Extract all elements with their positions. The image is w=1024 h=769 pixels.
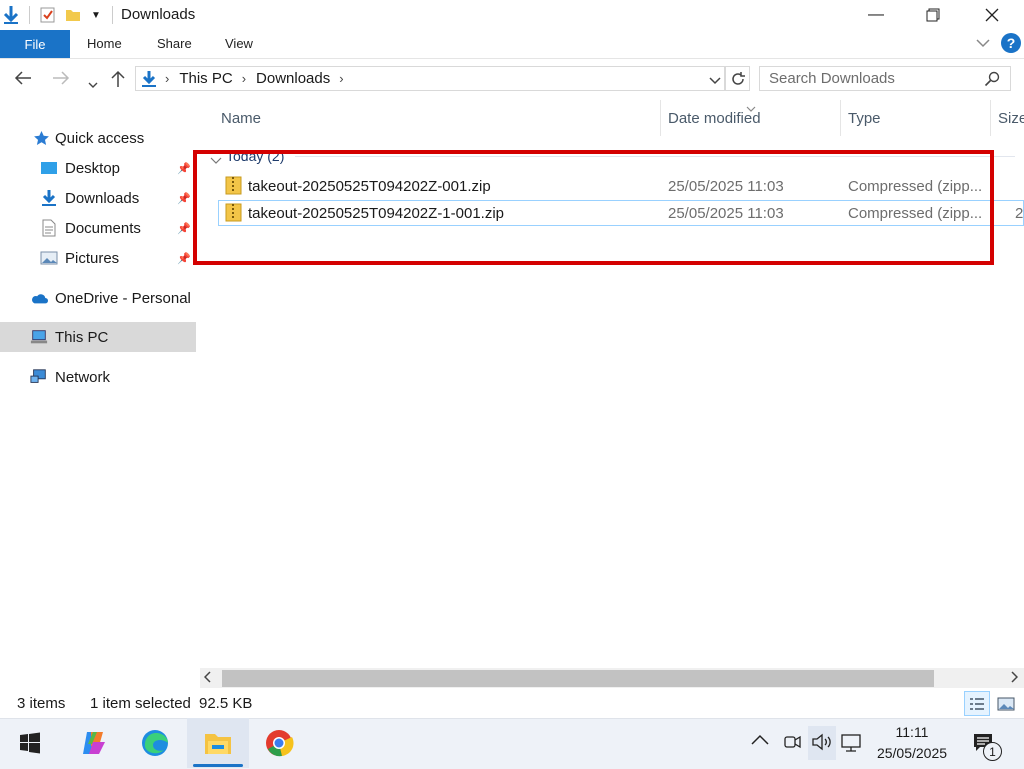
- column-divider[interactable]: [990, 100, 991, 136]
- search-box[interactable]: Search Downloads: [759, 66, 1011, 91]
- clock-time[interactable]: 11:11: [872, 724, 952, 740]
- scroll-left-arrow-icon[interactable]: [203, 670, 212, 686]
- meet-now-camera-icon[interactable]: [782, 733, 802, 756]
- sidebar-item-documents[interactable]: Documents 📌: [0, 213, 196, 243]
- sidebar-item-label: Pictures: [65, 249, 120, 267]
- navigation-pane: Quick access Desktop 📌 Downloads 📌 Docum…: [0, 100, 196, 690]
- start-windows-icon[interactable]: [13, 726, 47, 760]
- breadcrumb-separator-icon[interactable]: ›: [165, 71, 169, 86]
- minimize-button[interactable]: —: [847, 0, 905, 30]
- title-bar: ▼ Downloads —: [0, 0, 1024, 30]
- refresh-button[interactable]: [725, 66, 750, 91]
- divider: [112, 6, 113, 24]
- search-input[interactable]: Search Downloads: [769, 70, 895, 87]
- column-divider[interactable]: [840, 100, 841, 136]
- sidebar-item-desktop[interactable]: Desktop 📌: [0, 153, 196, 183]
- star-icon: [32, 129, 50, 147]
- maximize-button[interactable]: [904, 0, 962, 30]
- edge-browser-icon[interactable]: [138, 726, 172, 760]
- network-icon: [30, 368, 48, 386]
- highlight-box: [193, 150, 994, 265]
- copilot-icon[interactable]: [77, 726, 111, 760]
- details-view-button[interactable]: [964, 691, 990, 716]
- large-icons-view-button[interactable]: [993, 691, 1019, 716]
- sidebar-item-network[interactable]: Network: [0, 362, 196, 392]
- back-arrow-icon[interactable]: [14, 70, 32, 91]
- sidebar-item-label: This PC: [55, 328, 109, 346]
- scroll-right-arrow-icon[interactable]: [1010, 670, 1019, 686]
- network-status-icon[interactable]: [840, 733, 862, 758]
- up-arrow-icon[interactable]: [110, 70, 126, 93]
- window-title: Downloads: [121, 6, 196, 23]
- breadcrumb-separator-icon[interactable]: ›: [242, 71, 246, 86]
- scrollbar-thumb[interactable]: [222, 670, 934, 687]
- tab-share[interactable]: Share: [157, 36, 192, 51]
- onedrive-cloud-icon: [30, 289, 48, 307]
- pin-icon: 📌: [177, 252, 191, 265]
- status-item-count: 3 items: [17, 695, 66, 712]
- sidebar-item-label: Documents: [65, 219, 141, 237]
- column-header-type[interactable]: Type: [848, 110, 881, 127]
- download-arrow-icon: [2, 5, 20, 25]
- qat-dropdown-icon[interactable]: ▼: [91, 5, 101, 25]
- column-header-size[interactable]: Size: [998, 110, 1024, 127]
- breadcrumb-separator-icon[interactable]: ›: [339, 71, 343, 86]
- column-divider[interactable]: [660, 100, 661, 136]
- sidebar-item-label: Desktop: [65, 159, 121, 177]
- address-history-chevron-icon[interactable]: [709, 73, 721, 90]
- downloads-location-icon: [141, 70, 157, 88]
- status-size: 92.5 KB: [199, 695, 253, 712]
- sidebar-item-label: Downloads: [65, 189, 140, 207]
- file-explorer-icon[interactable]: [201, 726, 235, 760]
- ribbon-tabs: [0, 30, 1024, 59]
- refresh-icon: [731, 71, 745, 85]
- pictures-icon: [40, 249, 58, 267]
- address-bar[interactable]: › This PC › Downloads ›: [135, 66, 725, 91]
- tab-file[interactable]: File: [0, 30, 70, 58]
- chrome-browser-icon[interactable]: [262, 726, 296, 760]
- desktop-icon: [40, 159, 58, 177]
- sidebar-item-this-pc[interactable]: This PC: [0, 322, 196, 352]
- column-header-name[interactable]: Name: [221, 110, 261, 127]
- close-button[interactable]: [963, 0, 1021, 30]
- status-selection: 1 item selected: [90, 695, 191, 712]
- tab-home[interactable]: Home: [87, 36, 122, 51]
- sidebar-item-label: Quick access: [55, 129, 145, 147]
- pin-icon: 📌: [177, 222, 191, 235]
- details-view-icon: [970, 697, 984, 710]
- breadcrumb-this-pc[interactable]: This PC: [179, 70, 232, 87]
- volume-icon[interactable]: [808, 726, 836, 760]
- file-size: 2: [1015, 205, 1024, 222]
- search-icon: [984, 71, 1000, 91]
- tab-view[interactable]: View: [225, 36, 253, 51]
- pin-icon: 📌: [177, 162, 191, 175]
- pin-icon: 📌: [177, 192, 191, 205]
- taskbar-active-indicator: [193, 764, 243, 767]
- sidebar-item-label: OneDrive - Personal: [55, 289, 191, 307]
- notification-badge: 1: [983, 742, 1002, 761]
- sidebar-item-label: Network: [55, 368, 111, 386]
- column-header-date-modified[interactable]: Date modified: [668, 110, 761, 127]
- forward-arrow-icon[interactable]: [52, 70, 70, 91]
- new-folder-icon[interactable]: [65, 5, 81, 25]
- help-icon[interactable]: ?: [1001, 33, 1021, 53]
- column-headers: [200, 100, 1024, 136]
- computer-icon: [30, 328, 48, 346]
- sidebar-item-quick-access[interactable]: Quick access: [0, 123, 196, 153]
- sidebar-item-pictures[interactable]: Pictures 📌: [0, 243, 196, 273]
- divider: [29, 6, 30, 24]
- sidebar-item-downloads[interactable]: Downloads 📌: [0, 183, 196, 213]
- clock-date[interactable]: 25/05/2025: [872, 745, 952, 761]
- breadcrumb-downloads[interactable]: Downloads: [256, 70, 330, 87]
- recent-locations-chevron-icon[interactable]: [88, 74, 98, 94]
- show-hidden-icons-chevron-icon[interactable]: [751, 733, 769, 751]
- documents-icon: [40, 219, 58, 237]
- ribbon-expand-chevron-icon[interactable]: [976, 36, 990, 51]
- large-icons-view-icon: [997, 697, 1015, 710]
- downloads-icon: [40, 189, 58, 207]
- properties-icon[interactable]: [39, 5, 57, 25]
- sidebar-item-onedrive[interactable]: OneDrive - Personal: [0, 283, 196, 313]
